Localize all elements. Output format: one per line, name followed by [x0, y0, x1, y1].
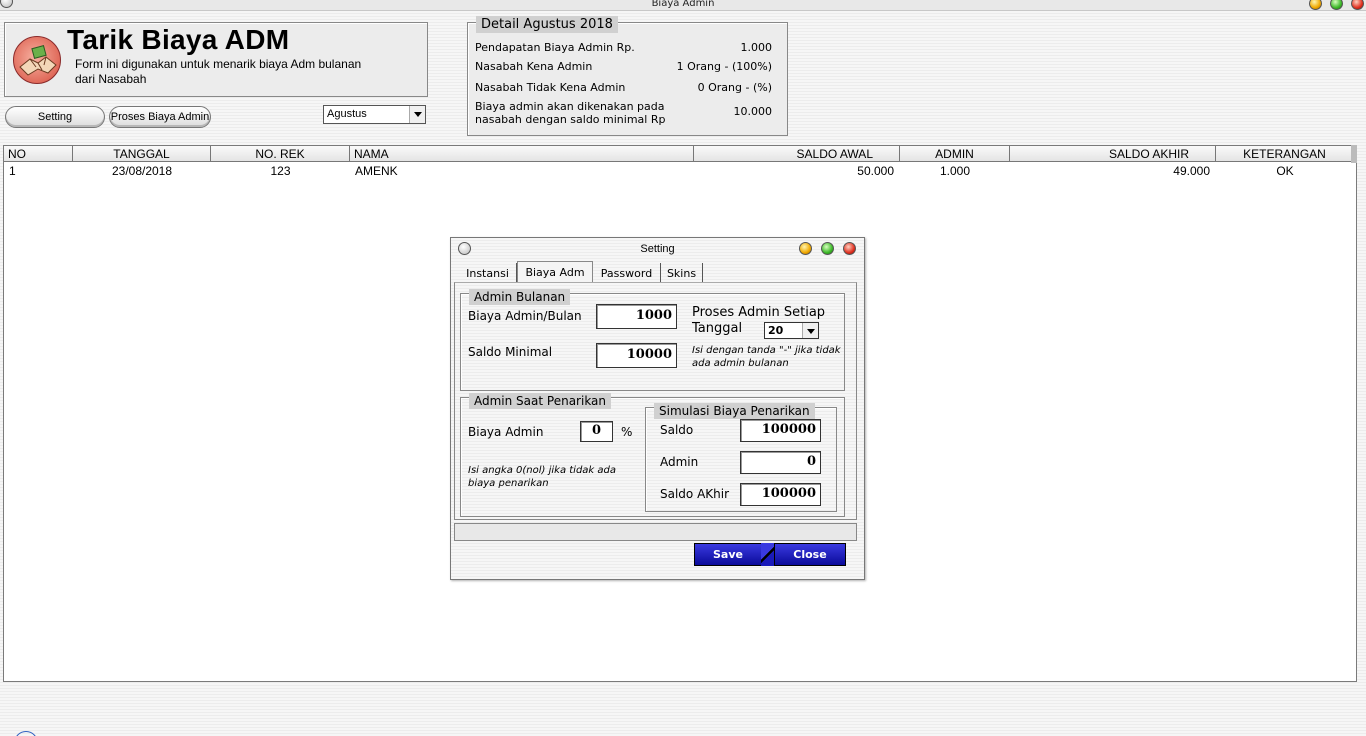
table-scrollbar[interactable]: [1351, 145, 1357, 163]
start-orb-icon[interactable]: [14, 731, 38, 736]
cell-keterangan: OK: [1276, 164, 1294, 178]
saldo-minimal-label: Saldo Minimal: [468, 345, 553, 359]
button-divider: [761, 543, 775, 566]
detail-label-saldo-minimal: Biaya admin akan dikenakan pada nasabah …: [475, 100, 666, 126]
dialog-minimize-icon[interactable]: [799, 242, 812, 255]
simulasi-title: Simulasi Biaya Penarikan: [654, 403, 815, 419]
tab-password[interactable]: Password: [593, 263, 661, 283]
chevron-down-icon[interactable]: [409, 106, 425, 123]
cell-tanggal: 23/08/2018: [111, 164, 173, 178]
col-tanggal[interactable]: TANGGAL: [73, 146, 211, 162]
col-saldo-akhir[interactable]: SALDO AKHIR: [1010, 146, 1216, 162]
tanggal-select-value: 20: [768, 324, 784, 337]
tanggal-select[interactable]: 20: [764, 322, 819, 339]
detail-value-tidak-kena-admin: 0 Orang - (%): [697, 81, 772, 94]
col-nama[interactable]: NAMA: [350, 146, 694, 162]
cell-saldo-awal: 50.000: [857, 164, 894, 178]
cell-no-rek: 123: [270, 164, 291, 178]
month-select[interactable]: Agustus: [323, 105, 426, 124]
col-keterangan[interactable]: KETERANGAN: [1216, 146, 1354, 162]
month-select-value: Agustus: [327, 108, 367, 120]
tab-instansi[interactable]: Instansi: [459, 263, 517, 283]
tanggal-label: Tanggal: [692, 321, 743, 336]
proses-admin-label: Proses Admin Setiap: [692, 305, 826, 320]
sim-admin-input[interactable]: 0: [740, 451, 821, 474]
admin-bulanan-note: Isi dengan tanda "-" jika tidak ada admi…: [692, 345, 841, 369]
tanggal-chevron-down-icon[interactable]: [802, 323, 818, 338]
proses-biaya-admin-button[interactable]: Proses Biaya Admin: [109, 106, 211, 128]
tab-biaya-adm-panel: Admin Bulanan Biaya Admin/Bulan 1000 Sal…: [454, 282, 857, 520]
detail-value-saldo-minimal: 10.000: [733, 105, 773, 118]
page-title: Tarik Biaya ADM: [67, 24, 290, 55]
sim-saldo-akhir-label: Saldo AKhir: [660, 487, 730, 501]
biaya-admin-label: Biaya Admin: [468, 425, 544, 439]
sim-saldo-label: Saldo: [660, 423, 694, 437]
window-titlebar: Biaya Admin: [0, 0, 1366, 11]
admin-penarikan-title: Admin Saat Penarikan: [469, 393, 612, 409]
detail-title: Detail Agustus 2018: [476, 16, 618, 33]
handshake-logo-icon: [13, 36, 61, 84]
dialog-system-menu-icon[interactable]: [458, 242, 471, 255]
admin-penarikan-note: Isi angka 0(nol) jika tidak ada biaya pe…: [468, 465, 617, 489]
cell-admin: 1.000: [939, 164, 971, 178]
dialog-statusbar: [454, 523, 857, 541]
detail-label-tidak-kena-admin: Nasabah Tidak Kena Admin: [475, 81, 626, 94]
cell-no: 1: [9, 164, 16, 178]
dialog-close-icon[interactable]: [843, 242, 856, 255]
saldo-minimal-input[interactable]: 10000: [596, 343, 677, 368]
admin-bulanan-title: Admin Bulanan: [469, 289, 571, 305]
cell-nama: AMENK: [355, 164, 398, 178]
col-no[interactable]: NO: [4, 146, 73, 162]
setting-dialog: Setting Instansi Biaya Adm Password Skin…: [450, 237, 865, 580]
detail-value-kena-admin: 1 Orang - (100%): [676, 60, 772, 73]
save-button[interactable]: Save: [694, 543, 762, 566]
close-button[interactable]: Close: [774, 543, 846, 566]
biaya-admin-bulan-input[interactable]: 1000: [596, 304, 677, 329]
tab-skins[interactable]: Skins: [661, 263, 703, 283]
col-admin[interactable]: ADMIN: [900, 146, 1010, 162]
tab-biaya-adm[interactable]: Biaya Adm: [517, 261, 593, 282]
detail-label-pendapatan: Pendapatan Biaya Admin Rp.: [475, 41, 635, 54]
detail-value-pendapatan: 1.000: [740, 41, 773, 54]
window-title: Biaya Admin: [651, 0, 715, 9]
page-description: Form ini digunakan untuk menarik biaya A…: [75, 57, 362, 86]
dialog-maximize-icon[interactable]: [821, 242, 834, 255]
table-header: NO TANGGAL NO. REK NAMA SALDO AWAL ADMIN…: [4, 146, 1356, 162]
col-saldo-awal[interactable]: SALDO AWAL: [694, 146, 900, 162]
sim-saldo-input[interactable]: 100000: [740, 419, 821, 442]
detail-label-kena-admin: Nasabah Kena Admin: [475, 60, 593, 73]
biaya-admin-percent-input[interactable]: 0: [580, 421, 613, 442]
setting-button[interactable]: Setting: [5, 106, 105, 128]
col-no-rek[interactable]: NO. REK: [211, 146, 350, 162]
cell-saldo-akhir: 49.000: [1173, 164, 1210, 178]
sim-admin-label: Admin: [660, 455, 699, 469]
sim-saldo-akhir-input[interactable]: 100000: [740, 483, 821, 506]
biaya-admin-bulan-label: Biaya Admin/Bulan: [468, 309, 582, 323]
percent-label: %: [621, 425, 633, 439]
